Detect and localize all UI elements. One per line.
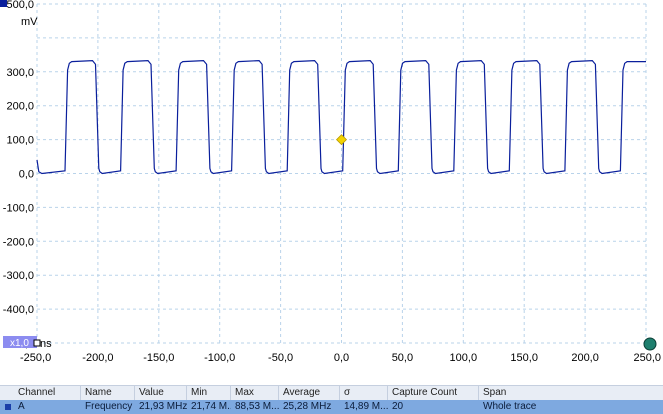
table-row[interactable]: A Frequency 21,93 MHz 21,74 M... 88,53 M… [0,400,663,414]
left-ruler-handle[interactable] [33,339,41,347]
y-tick-label: 300,0 [6,67,34,79]
x-tick-label: -50,0 [268,352,293,364]
cell-sigma: 14,89 M... [344,401,388,412]
header-max[interactable]: Max [231,386,279,400]
trigger-marker[interactable] [335,134,348,146]
x-tick-label: -100,0 [204,352,235,364]
cell-value: 21,93 MHz [139,401,187,412]
x-tick-label: 0,0 [334,352,349,364]
header-span[interactable]: Span [479,386,663,400]
header-average[interactable]: Average [279,386,340,400]
y-unit-label: mV [21,16,38,28]
measurements-table: Channel Name Value Min Max Average σ Cap… [0,384,663,414]
y-tick-label: 200,0 [6,101,34,113]
x-unit-label: ns [40,338,52,350]
header-channel[interactable]: Channel [0,386,81,400]
chart-grid [36,3,647,344]
y-tick-label: -100,0 [3,202,34,214]
timebase-knob[interactable] [643,337,657,351]
header-value[interactable]: Value [135,386,187,400]
x-tick-label: 200,0 [571,352,599,364]
y-tick-label: 100,0 [6,135,34,147]
y-tick-label: 0,0 [19,169,34,181]
measurements-header: Channel Name Value Min Max Average σ Cap… [0,385,663,401]
x-axis-labels: -250,0 -200,0 -150,0 -100,0 -50,0 0,0 50,0 100,… [20,352,661,364]
y-tick-label: -300,0 [3,270,34,282]
x-tick-label: 150,0 [510,352,538,364]
channel-scale-marker[interactable] [0,0,7,7]
header-name[interactable]: Name [81,386,135,400]
scope-chart: 500,0 300,0 200,0 100,0 0,0 -100,0 -200,0 -300,… [0,0,661,364]
cell-max: 88,53 M... [235,401,279,412]
y-axis-labels: 500,0 300,0 200,0 100,0 0,0 -100,0 -200,0 -300,… [3,0,34,350]
y-tick-label: 500,0 [6,0,34,11]
x-tick-label: 100,0 [450,352,478,364]
cell-name: Frequency [85,401,133,412]
cell-average: 25,28 MHz [283,401,332,412]
y-tick-label: -400,0 [3,304,34,316]
x-tick-label: -250,0 [20,352,51,364]
y-tick-label: -200,0 [3,236,34,248]
cell-min: 21,74 M... [191,401,231,412]
x-tick-label: -150,0 [143,352,174,364]
scale-badge-label: x1,0 [10,338,29,349]
x-tick-label: 50,0 [392,352,413,364]
x-tick-label: -200,0 [82,352,113,364]
cell-channel: A [18,401,25,412]
cell-capture-count: 20 [392,401,404,412]
header-capture-count[interactable]: Capture Count [388,386,479,400]
cell-span: Whole trace [483,401,537,412]
header-sigma[interactable]: σ [340,386,388,400]
x-tick-label: 250,0 [633,352,661,364]
header-min[interactable]: Min [187,386,231,400]
